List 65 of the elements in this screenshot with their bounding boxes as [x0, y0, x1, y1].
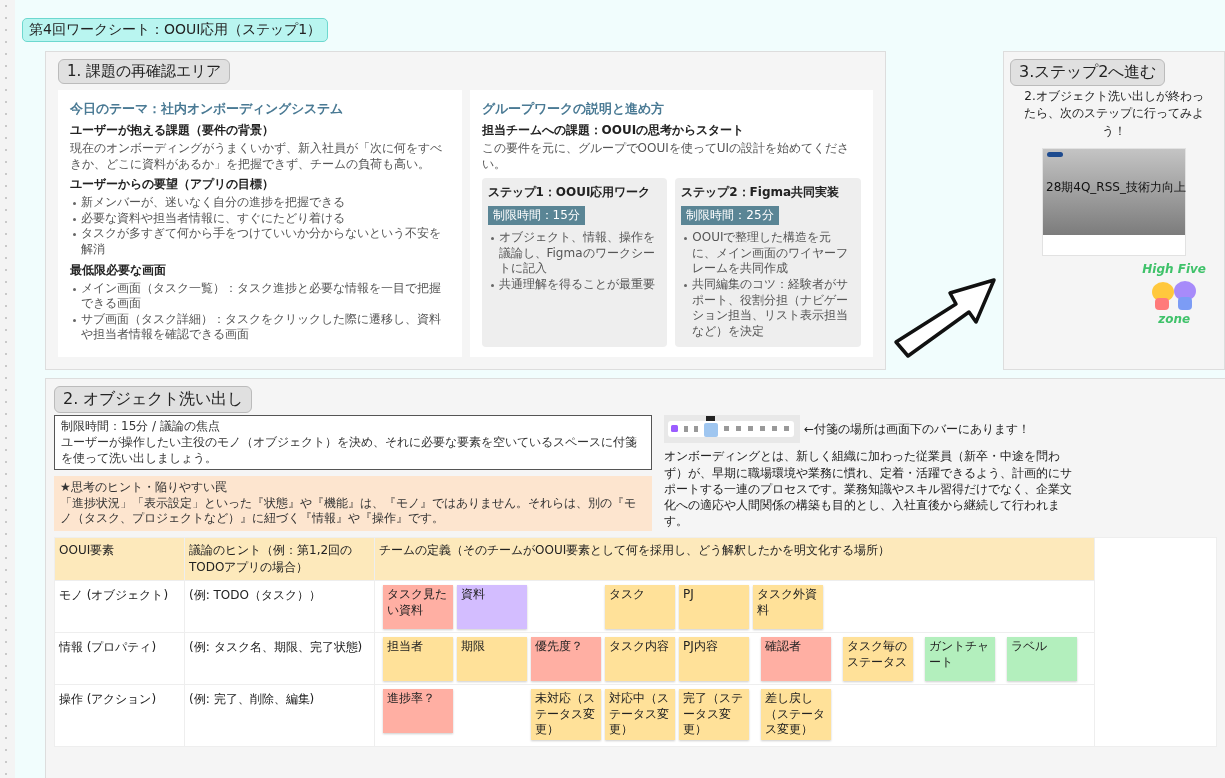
note-text: 制限時間：15分 / 議論の焦点 — [61, 419, 221, 435]
card-text: この要件を元に、グループでOOUIを使ってUIの設計を始めてください。 — [481, 141, 851, 173]
table-cell: (例: TODO（タスク）） — [185, 579, 375, 632]
bullet-text: 必要な資料や担当者情報に、すぐにたどり着ける — [81, 210, 345, 227]
table-cell: モノ (オブジェクト) — [55, 579, 185, 632]
toolbar-note: ←付箋の場所は画面下のバーにあります！ — [804, 420, 1031, 438]
sticky-note[interactable]: 完了（ステータス変更） — [679, 688, 749, 740]
sticky-note[interactable]: 未対応（ステータス変更） — [531, 688, 601, 740]
card-title: 今日のテーマ：社内オンボーディングシステム — [70, 100, 344, 118]
step-title: ステップ1：OOUI応用ワーク — [487, 184, 652, 202]
sticky-note[interactable]: タスク内容 — [605, 636, 675, 681]
section-label: 3.ステップ2へ進む — [1010, 59, 1166, 86]
sticky-note[interactable]: タスク見たい資料 — [383, 584, 453, 629]
step-title: ステップ2：Figma共同実装 — [681, 184, 841, 202]
hint-title: ★思考のヒント・陥りやすい罠 — [60, 480, 228, 496]
table-cell: (例: タスク名、期限、完了状態) — [185, 631, 375, 684]
sticky-note[interactable]: 資料 — [457, 584, 527, 629]
table-cell: 操作 (アクション) — [55, 683, 185, 746]
bullet-text: 新メンバーが、迷いなく自分の進捗を把握できる — [81, 195, 345, 211]
bullet-text: 共同編集のコツ：経験者がサポート、役割分担（ナビゲーション担当、リスト表示担当など）を決定 — [692, 276, 850, 340]
card-heading: ユーザーからの要望（アプリの目標） — [70, 176, 275, 194]
file-title: 28期4Q_RSS_技術力向上 — [1046, 179, 1186, 197]
card-title: グループワークの説明と進め方 — [481, 100, 665, 118]
bullet-text: タスクが多すぎて何から手をつけていいか分からないという不安を解消 — [81, 226, 442, 258]
card-heading: 担当チームへの課題：OOUIの思考からスタート — [481, 122, 746, 139]
definition-text: オンボーディングとは、新しく組織に加わった従業員（新卒・中途を問わず）が、早期に職場環境や業務に慣れ、定着・活躍できるよう、計画的にサポートする一連のプロセスです。業務知識やスキル習得だけでなく、企業文化への適応や人間関係の構築も目的とし、入社直後から継続して行われます。 — [664, 448, 1073, 530]
file-thumbnail[interactable]: 28期4Q_RSS_技術力向上 — [1042, 148, 1186, 257]
sticky-note[interactable]: 進捗率？ — [383, 688, 453, 733]
sticky-note[interactable]: ガントチャート — [925, 636, 995, 681]
board-title: 第4回ワークシート：OOUI応用（ステップ1） — [22, 18, 329, 42]
sticky-note[interactable]: タスク毎のステータス — [843, 636, 913, 681]
bullet-text: 共通理解を得ることが最重要 — [498, 276, 655, 293]
card-heading: ユーザーが抱える課題（要件の背景） — [70, 122, 275, 139]
table-cell: (例: 完了、削除、編集) — [185, 683, 375, 746]
sticky-note[interactable]: 対応中（ステータス変更） — [605, 688, 675, 740]
note-text: ユーザーが操作したい主役のモノ（オブジェクト）を決め、それに必要な要素を空いているスペースに付箋を使って洗い出しましょう。 — [61, 434, 638, 467]
sticky-note[interactable]: タスク外資料 — [753, 584, 823, 629]
card-text: 現在のオンボーディングがうまくいかず、新入社員が「次に何をすべきか、どこに資料があるか」を把握できず、チームの負荷も高い。 — [70, 141, 443, 173]
sticky-note[interactable]: 期限 — [457, 636, 527, 681]
sticker-text: High Five — [1142, 262, 1206, 277]
sticky-note[interactable]: 担当者 — [383, 636, 453, 681]
time-tag: 制限時間：15分 — [487, 206, 585, 226]
instruction-text: 2.オブジェクト洗い出しが終わったら、次のステップに行ってみよう！ — [1023, 88, 1205, 140]
section-label: 1. 課題の再確認エリア — [58, 59, 231, 84]
bullet-text: サブ画面（タスク詳細）：タスクをクリックした際に遷移し、資料や担当者情報を確認できる画面 — [81, 311, 442, 343]
table-cell: 情報 (プロパティ) — [55, 631, 185, 684]
hint-text: 「進捗状況」「表示設定」といった『状態』や『機能』は、『モノ』ではありません。それらは、別の『モノ（タスク、プロジェクトなど）』に紐づく『情報』や『操作』です。 — [60, 495, 637, 527]
column-header: 議論のヒント（例：第1,2回のTODOアプリの場合） — [185, 537, 375, 580]
sticky-note[interactable]: 差し戻し（ステータス変更） — [761, 688, 831, 740]
sticky-note[interactable]: PJ — [679, 584, 749, 629]
sticky-note[interactable]: 確認者 — [761, 636, 831, 681]
sticker-text: zone — [1158, 312, 1191, 327]
bullet-text: メイン画面（タスク一覧）：タスク進捗と必要な情報を一目で把握できる画面 — [81, 280, 442, 312]
bullet-text: OOUIで整理した構造を元に、メイン画面のワイヤーフレームを共同作成 — [692, 230, 850, 277]
sticky-note[interactable]: PJ内容 — [679, 636, 749, 681]
sticky-note[interactable]: タスク — [605, 584, 675, 629]
status-pill — [1047, 152, 1063, 158]
bullet-text: オブジェクト、情報、操作を議論し、Figmaのワークシートに記入 — [498, 230, 656, 277]
sticky-note[interactable]: ラベル — [1007, 636, 1077, 681]
column-header: チームの定義（そのチームがOOUI要素として何を採用し、どう解釈したかを明文化する場所） — [375, 537, 1095, 580]
time-tag: 制限時間：25分 — [681, 206, 779, 226]
sticky-note[interactable]: 優先度？ — [531, 636, 601, 681]
column-header: OOUI要素 — [55, 537, 185, 580]
card-heading: 最低限必要な画面 — [70, 261, 167, 279]
section-label: 2. オブジェクト洗い出し — [54, 386, 253, 414]
